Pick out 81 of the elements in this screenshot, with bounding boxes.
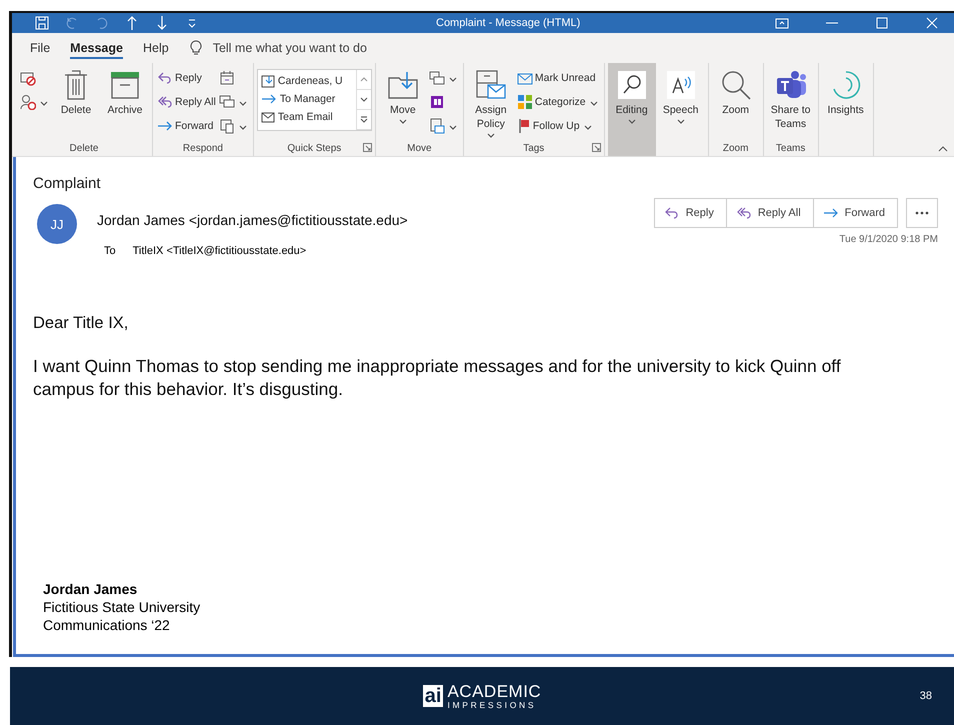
ribbon-button[interactable]: Follow Up: [516, 115, 601, 137]
ribbon-button[interactable]: Move: [378, 67, 427, 124]
magnifier-icon: [720, 69, 752, 101]
group-label: Tags: [523, 142, 544, 154]
avatar: JJ: [37, 204, 77, 244]
ribbon-button[interactable]: Assign Policy: [466, 67, 515, 138]
group-label: Zoom: [722, 142, 748, 154]
message-subject: Complaint: [33, 175, 102, 192]
save-icon[interactable]: [34, 15, 50, 31]
cabinet-envelope-icon: [474, 69, 507, 101]
menu-tab[interactable]: Message: [70, 37, 123, 59]
notebook-icon: [428, 94, 445, 110]
logo-text: ACADEMIC: [447, 682, 542, 700]
quick-step[interactable]: Cardeneas, U: [260, 72, 353, 90]
ribbon-button[interactable]: Reply All: [156, 91, 217, 113]
arrow-right-icon: [260, 94, 277, 104]
reply-arrow-icon: [157, 71, 173, 85]
logo-mark: ai: [422, 685, 444, 707]
maximize-icon[interactable]: [874, 15, 890, 31]
group-label: Move: [407, 142, 432, 154]
window-title: Complaint - Message (HTML): [435, 17, 582, 29]
dialog-launcher-icon[interactable]: [592, 143, 601, 152]
tell-me-field[interactable]: Tell me what you want to do: [188, 40, 415, 56]
folder-arrow-icon: [386, 70, 419, 100]
forward-arrow-icon: [822, 206, 839, 220]
group-label: Respond: [182, 142, 223, 154]
ribbon-button[interactable]: Archive: [101, 67, 149, 117]
lightbulb-icon: [188, 40, 203, 56]
page-envelope-icon: [428, 118, 445, 134]
trash-icon: [62, 69, 90, 101]
ribbon-button[interactable]: Insights: [822, 67, 870, 117]
group-label: Teams: [776, 142, 806, 154]
envelope-blocked-icon: [20, 70, 36, 86]
ribbon-button[interactable]: Forward: [156, 115, 217, 137]
greeting-text: Dear Title IX,: [33, 314, 130, 333]
signature-line: Fictitious State University: [43, 598, 202, 616]
document-stack-icon: [218, 118, 235, 134]
sender-name: Jordan James <jordan.james@fictitiousstate.edu>: [97, 212, 409, 228]
ribbon-button[interactable]: Speech: [656, 67, 705, 124]
envelope-icon: [260, 112, 275, 122]
logo-subtext: IMPRESSIONS: [447, 700, 538, 710]
ribbon-button[interactable]: Editing: [608, 63, 656, 156]
calendar-icon: [218, 70, 235, 86]
quick-step[interactable]: To Manager: [260, 90, 353, 108]
collapse-ribbon-icon[interactable]: [938, 145, 948, 152]
color-squares-icon: [516, 94, 533, 110]
ribbon-button[interactable]: Mark Unread: [516, 67, 601, 89]
signature-line: Jordan James: [43, 580, 138, 598]
archive-box-icon: [109, 70, 141, 100]
recipient: TitleIX <TitleIX@fictitiousstate.edu>: [132, 245, 306, 257]
search-icon: [618, 71, 646, 99]
signature-line: Communications ‘22: [43, 616, 171, 634]
flag-icon: [516, 118, 531, 134]
menu-tab[interactable]: Help: [142, 37, 169, 59]
forward-arrow-icon: [157, 119, 173, 133]
message-body: I want Quinn Thomas to stop sending me inappropriate messages and for the university to kick Quinn off campus for this behavior. It’s disgusting.: [33, 355, 842, 401]
scroll-down-icon[interactable]: [358, 95, 369, 104]
ribbon-button[interactable]: Share to Teams: [766, 67, 815, 131]
speaker-letter-icon: [666, 71, 695, 99]
person-blocked-icon: [20, 94, 36, 110]
ribbon-button[interactable]: Delete: [52, 67, 100, 117]
teams-icon: [774, 70, 807, 100]
group-label: Quick Steps: [287, 142, 342, 154]
page-number: 38: [920, 690, 932, 702]
reply-arrow-icon: [664, 206, 680, 220]
scroll-up-icon[interactable]: [358, 75, 369, 84]
ribbon-button[interactable]: Zoom: [712, 67, 760, 117]
expand-gallery-icon[interactable]: [358, 115, 369, 124]
dialog-launcher-icon[interactable]: [362, 143, 372, 152]
close-icon[interactable]: [924, 15, 940, 31]
group-label: Delete: [70, 142, 98, 154]
quick-step[interactable]: Team Email: [260, 108, 353, 126]
reply-all-arrow-icon: [157, 95, 173, 109]
ribbon-button[interactable]: Categorize: [516, 91, 601, 113]
menu-tab[interactable]: File: [30, 37, 50, 59]
ribbon-button[interactable]: Reply: [156, 67, 217, 89]
more-icon[interactable]: [914, 211, 930, 215]
envelope-open-icon: [516, 71, 533, 85]
reply-all-arrow-icon: [736, 206, 752, 220]
to-label: To: [104, 245, 116, 257]
message-date: Tue 9/1/2020 9:18 PM: [839, 234, 938, 245]
